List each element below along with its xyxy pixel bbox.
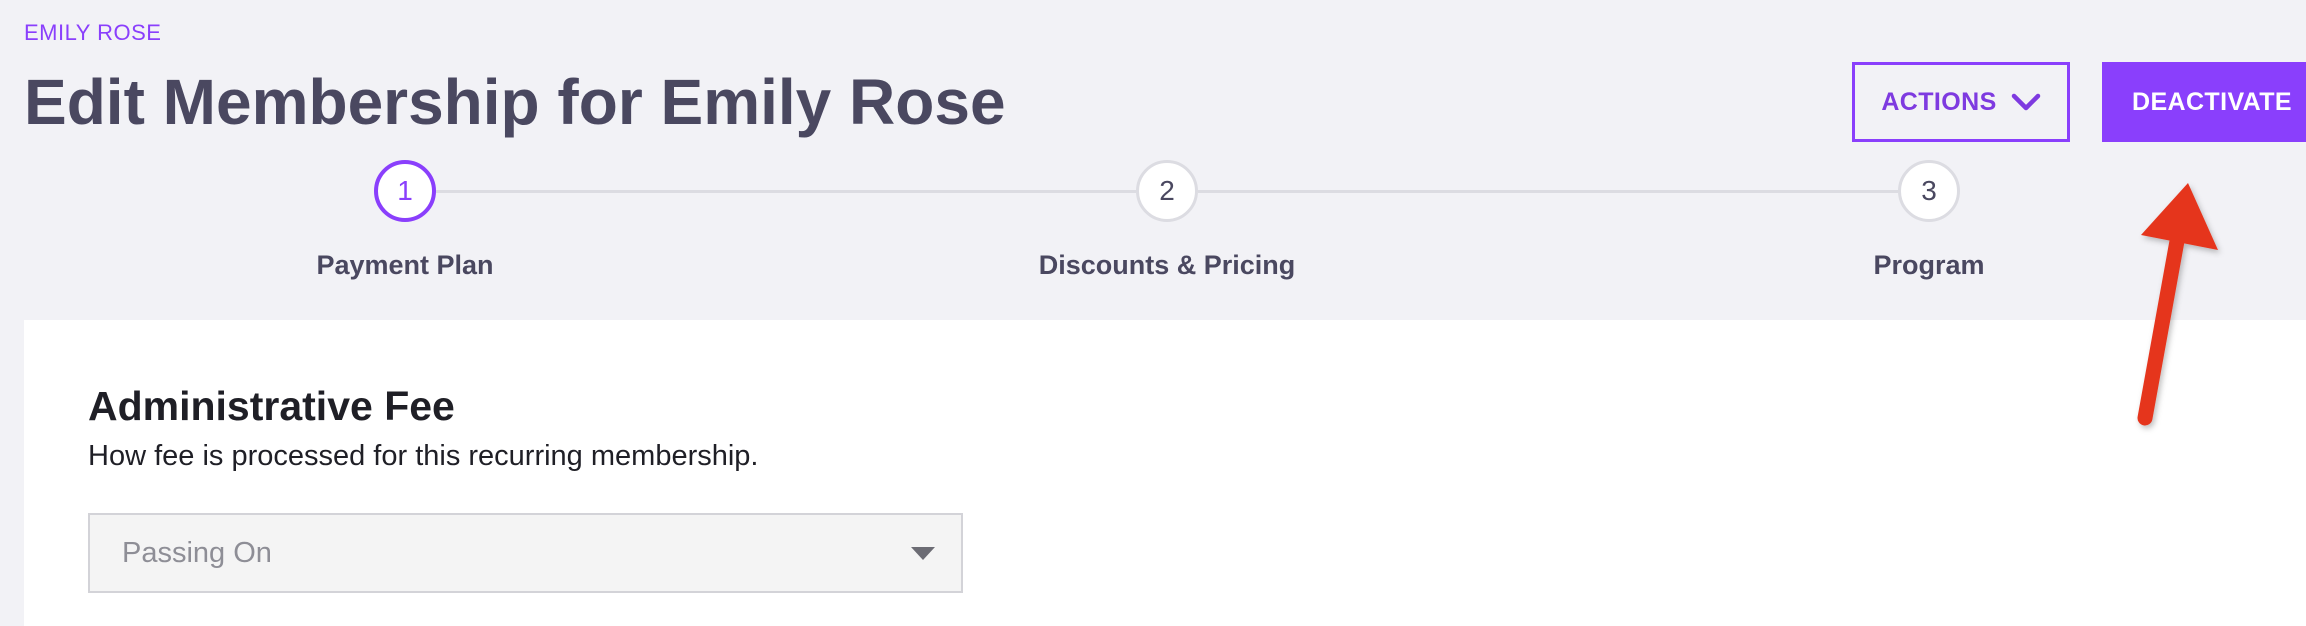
step-2-label[interactable]: Discounts & Pricing xyxy=(1039,250,1296,281)
step-number: 1 xyxy=(397,175,413,206)
page-title: Edit Membership for Emily Rose xyxy=(24,66,1006,138)
section-title: Administrative Fee xyxy=(88,383,455,429)
step-1-label[interactable]: Payment Plan xyxy=(316,250,493,281)
stepper-connector xyxy=(436,190,1136,193)
admin-fee-select[interactable]: Passing On xyxy=(88,513,963,593)
actions-button-label: ACTIONS xyxy=(1881,87,1997,116)
stepper-connector xyxy=(1198,190,1898,193)
admin-fee-selected-value: Passing On xyxy=(122,536,272,569)
chevron-down-icon xyxy=(2011,93,2040,111)
breadcrumb[interactable]: EMILY ROSE xyxy=(24,20,161,46)
actions-button[interactable]: ACTIONS xyxy=(1852,62,2070,142)
step-1-circle[interactable]: 1 xyxy=(374,160,436,222)
caret-down-icon xyxy=(911,547,935,560)
step-number: 3 xyxy=(1921,175,1937,206)
deactivate-button[interactable]: DEACTIVATE xyxy=(2102,62,2306,142)
step-number: 2 xyxy=(1159,175,1175,206)
step-3-circle[interactable]: 3 xyxy=(1898,160,1960,222)
deactivate-button-label: DEACTIVATE xyxy=(2131,87,2293,116)
step-2-circle[interactable]: 2 xyxy=(1136,160,1198,222)
step-3-label[interactable]: Program xyxy=(1873,250,1984,281)
section-description: How fee is processed for this recurring … xyxy=(88,440,759,472)
edit-membership-page: EMILY ROSE Edit Membership for Emily Ros… xyxy=(0,0,2306,626)
